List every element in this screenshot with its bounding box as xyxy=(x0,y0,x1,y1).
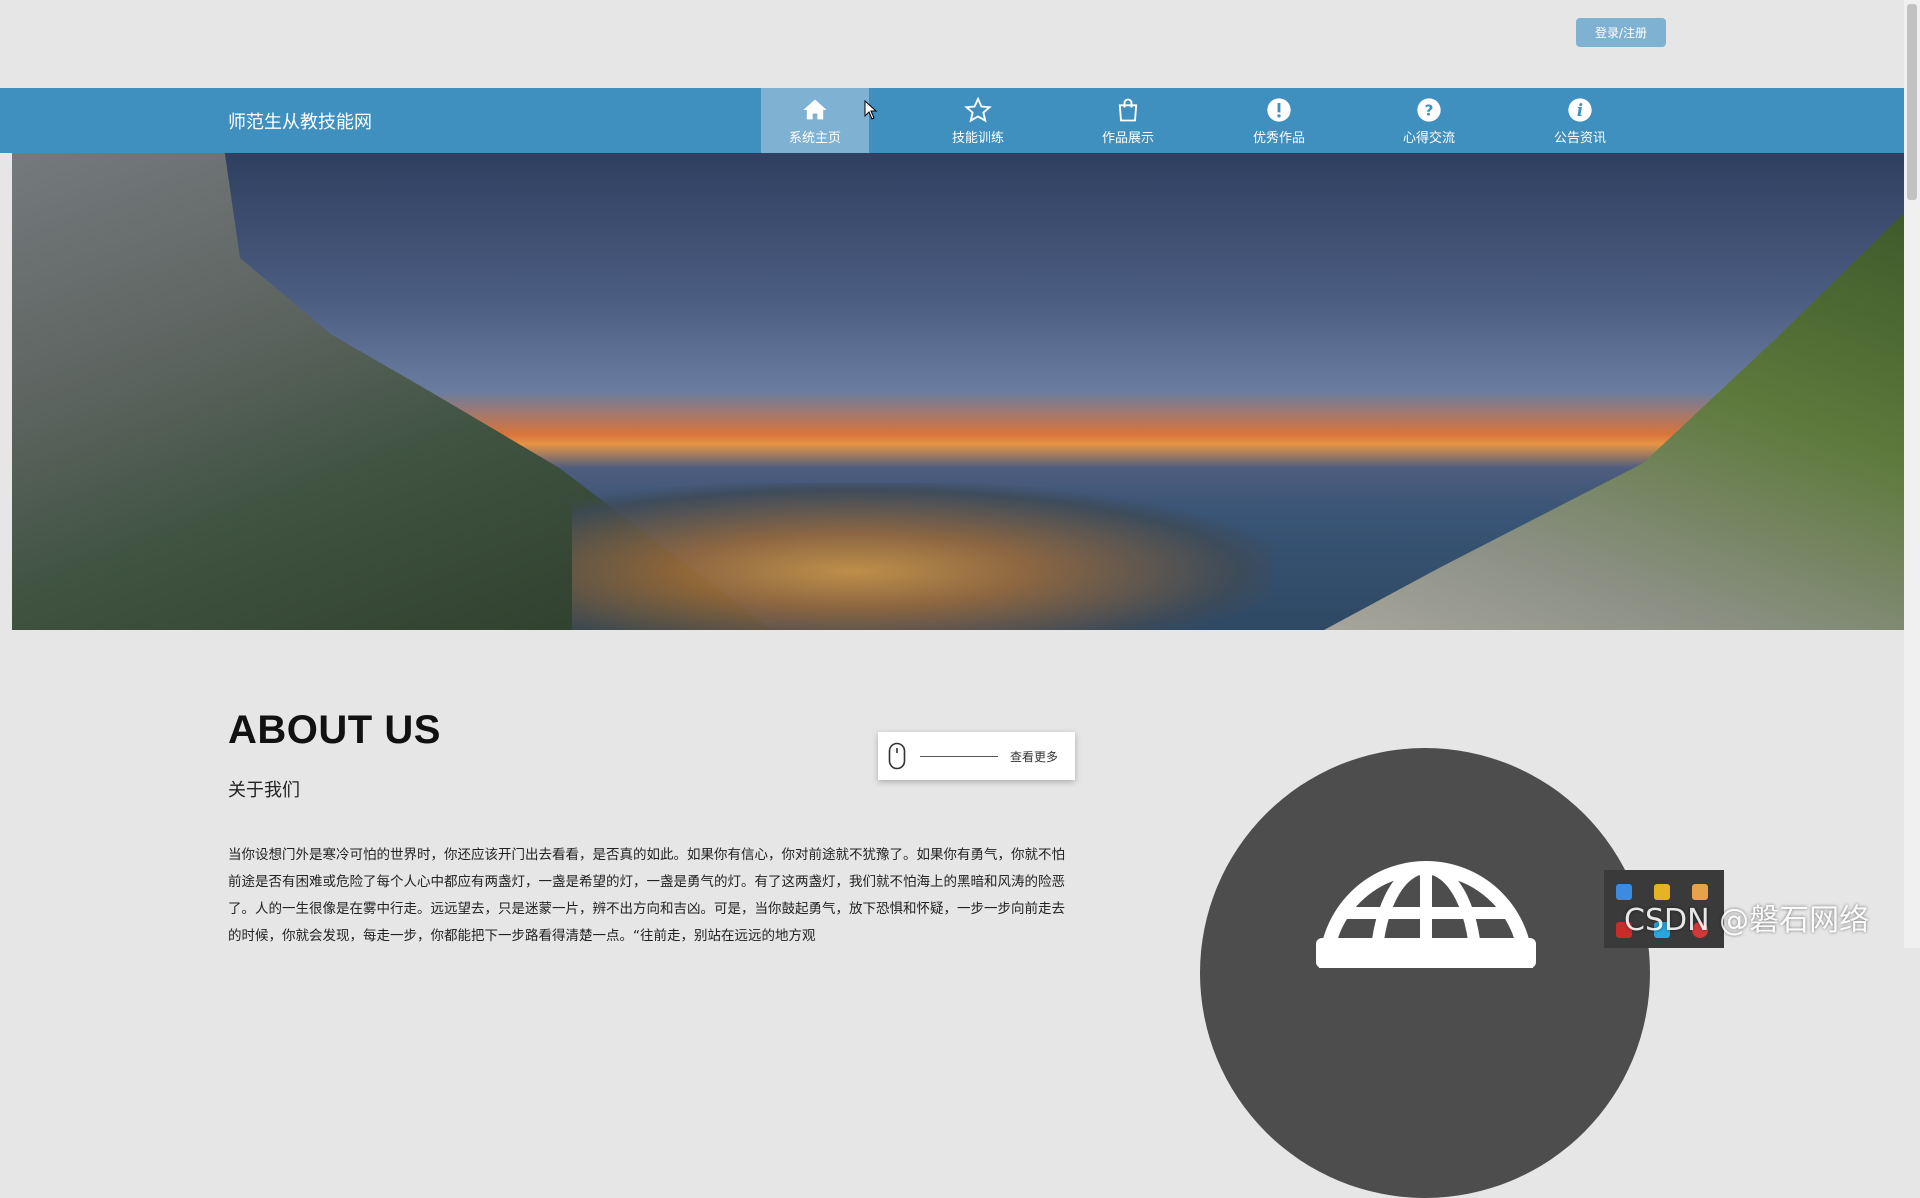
nav-label: 技能训练 xyxy=(951,130,1004,146)
globe-icon xyxy=(1316,861,1536,968)
view-more-label: 查看更多 xyxy=(1010,749,1059,764)
hero-image-city xyxy=(572,483,1272,630)
view-more-button[interactable]: 查看更多 xyxy=(878,732,1075,780)
nav-item-home[interactable]: 系统主页 xyxy=(761,88,869,153)
svg-text:?: ? xyxy=(1425,101,1434,119)
nav-item-experience[interactable]: ? 心得交流 xyxy=(1375,88,1483,153)
top-bar: 登录/注册 xyxy=(0,0,1904,88)
site-brand[interactable]: 师范生从教技能网 xyxy=(228,108,372,134)
page-scrollbar[interactable] xyxy=(1904,0,1920,948)
nav-item-excellent-works[interactable]: 优秀作品 xyxy=(1225,88,1333,153)
nav-label: 优秀作品 xyxy=(1252,130,1305,146)
nav-item-skill-training[interactable]: 技能训练 xyxy=(924,88,1032,153)
hero-image-hill xyxy=(1324,213,1904,630)
mouse-cursor-icon xyxy=(864,100,878,120)
shopping-bag-icon xyxy=(1118,98,1138,121)
nav-label: 公告资讯 xyxy=(1553,130,1606,146)
main-navbar: 师范生从教技能网 系统主页 技能训练 作品展示 优秀作品 ? 心得交流 i 公告… xyxy=(0,88,1904,153)
csdn-watermark: CSDN @磐石网络 xyxy=(1624,903,1870,938)
question-circle-icon: ? xyxy=(1417,97,1441,122)
mouse-icon xyxy=(888,742,906,770)
hero-carousel[interactable] xyxy=(12,153,1904,630)
home-icon xyxy=(803,99,827,119)
login-register-button[interactable]: 登录/注册 xyxy=(1576,18,1666,47)
exclamation-circle-icon xyxy=(1267,97,1291,122)
divider xyxy=(920,755,998,757)
nav-item-works[interactable]: 作品展示 xyxy=(1074,88,1182,153)
about-circle-graphic xyxy=(1200,748,1650,1198)
info-circle-icon: i xyxy=(1568,97,1592,122)
nav-item-announcements[interactable]: i 公告资讯 xyxy=(1526,88,1634,153)
about-title: ABOUT US xyxy=(228,708,441,752)
nav-label: 作品展示 xyxy=(1101,130,1154,146)
scrollbar-thumb[interactable] xyxy=(1907,4,1917,200)
star-icon xyxy=(964,96,992,123)
nav-label: 系统主页 xyxy=(788,130,841,146)
about-subtitle: 关于我们 xyxy=(228,780,300,801)
nav-label: 心得交流 xyxy=(1402,130,1455,146)
svg-text:i: i xyxy=(1577,100,1583,119)
about-text: 当你设想门外是寒冷可怕的世界时，你还应该开门出去看看，是否真的如此。如果你有信心… xyxy=(228,847,1065,944)
